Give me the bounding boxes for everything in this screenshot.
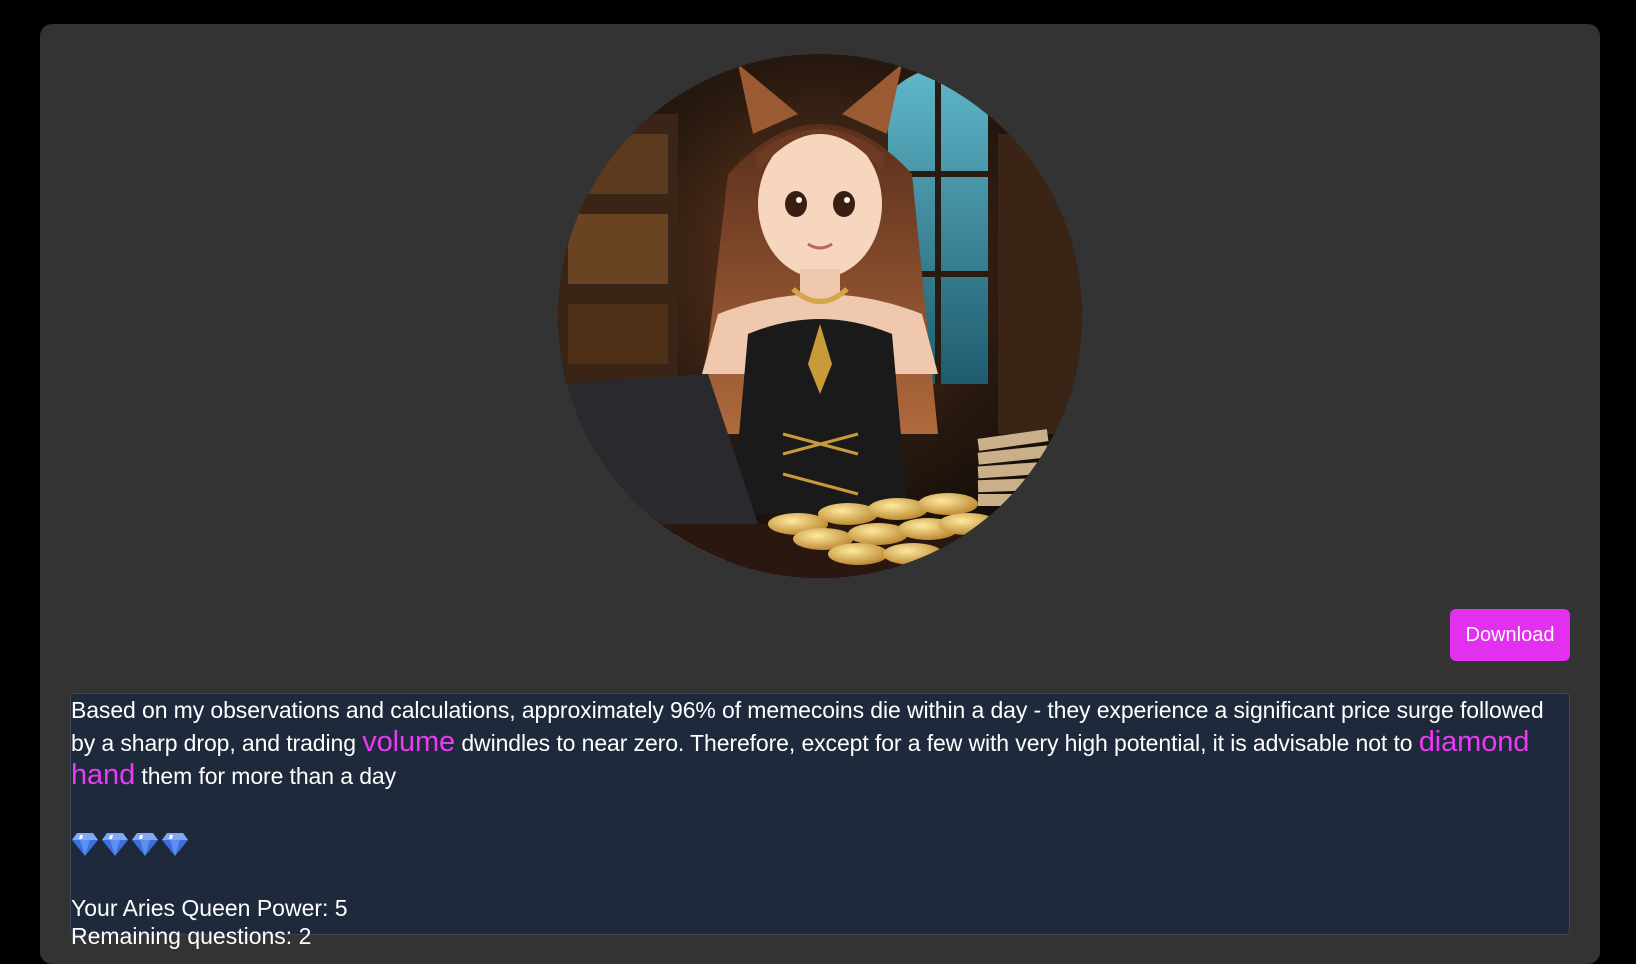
answer-text-part-3: them for more than a day	[135, 763, 396, 789]
answer-text: Based on my observations and calculation…	[71, 694, 1569, 792]
gem-icon	[72, 833, 98, 856]
queen-power-label: Your Aries Queen Power: 5	[71, 895, 348, 921]
gem-icon	[162, 833, 188, 856]
gem-icon	[102, 833, 128, 856]
answer-text-part-2: dwindles to near zero. Therefore, except…	[455, 730, 1419, 756]
character-portrait-image	[558, 54, 1082, 578]
remaining-questions-label: Remaining questions: 2	[71, 923, 312, 949]
power-stats: Your Aries Queen Power: 5 Remaining ques…	[71, 894, 348, 950]
keyword-volume: volume	[362, 726, 456, 758]
diamond-rating	[71, 831, 189, 859]
main-card: Download Based on my observations and ca…	[40, 24, 1600, 964]
gem-icon	[132, 833, 158, 856]
download-button[interactable]: Download	[1450, 609, 1570, 661]
answer-panel: Based on my observations and calculation…	[70, 693, 1570, 949]
